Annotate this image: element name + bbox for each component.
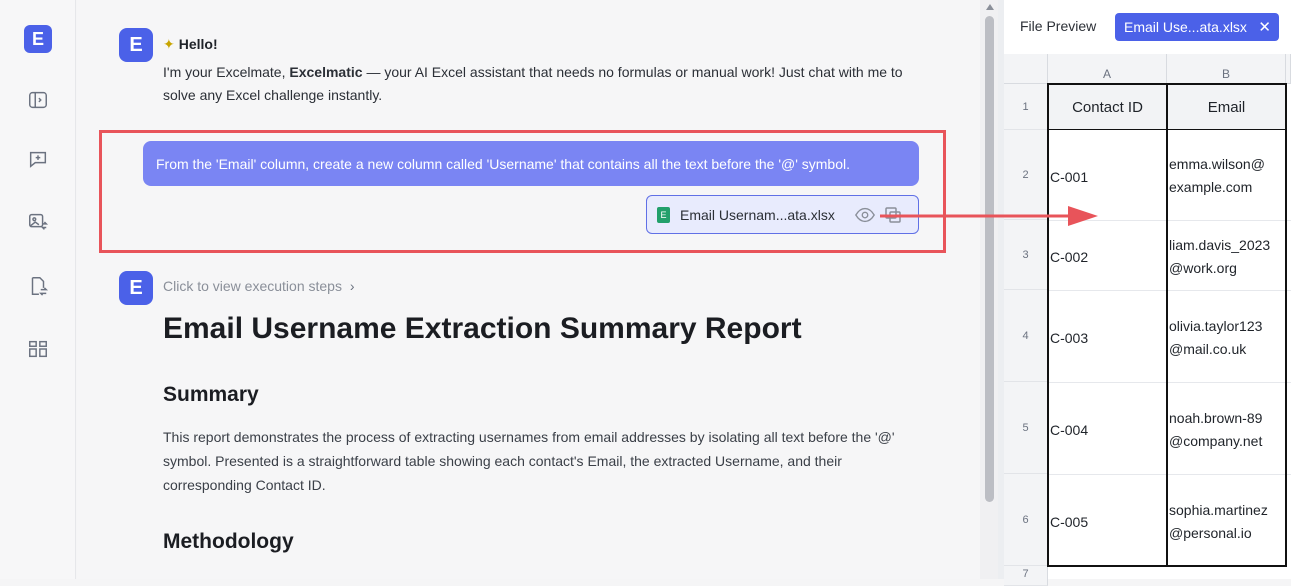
report-title: Email Username Extraction Summary Report: [163, 312, 802, 345]
column-header-b[interactable]: B: [1167, 54, 1286, 84]
greeting-brand: Excelmatic: [289, 64, 363, 80]
cell-a5[interactable]: C-004: [1050, 419, 1088, 442]
cell-b4-line2[interactable]: @mail.co.uk: [1169, 338, 1246, 361]
left-rail: E: [0, 0, 76, 579]
greeting-title-text: Hello!: [178, 36, 218, 52]
row-header[interactable]: 4: [1004, 290, 1048, 382]
app-logo[interactable]: E: [24, 25, 52, 53]
row-header[interactable]: 6: [1004, 474, 1048, 566]
chevron-right-icon: ›: [349, 278, 355, 294]
spreadsheet-grid: A B 1 2 3 4 5 6 7 Contact ID Email C-001…: [1004, 54, 1291, 586]
new-chat-icon[interactable]: [27, 148, 49, 170]
cell-b2-line1[interactable]: emma.wilson@: [1169, 153, 1265, 176]
cell-b6-line1[interactable]: sophia.martinez: [1169, 499, 1268, 522]
row-divider: [1048, 382, 1291, 383]
attachment-name: Email Usernam...ata.xlsx: [680, 206, 835, 223]
assistant-avatar: E: [119, 28, 153, 62]
annotation-arrow-icon: [880, 206, 1098, 226]
preview-tab-bar: File Preview Email Use...ata.xlsx ✕: [1004, 0, 1291, 54]
cell-a2[interactable]: C-001: [1050, 166, 1088, 189]
cell-b3-line1[interactable]: liam.davis_2023: [1169, 234, 1270, 257]
cell-b5-line2[interactable]: @company.net: [1169, 430, 1262, 453]
header-border: [1047, 129, 1287, 130]
greeting-title: ✦ Hello!: [163, 36, 218, 53]
cell-a4[interactable]: C-003: [1050, 327, 1088, 350]
summary-heading: Summary: [163, 383, 259, 406]
greeting-message: I'm your Excelmate, Excelmatic — your AI…: [163, 61, 923, 107]
cell-b5-line1[interactable]: noah.brown-89: [1169, 407, 1262, 430]
execution-steps-link[interactable]: Click to view execution steps ›: [163, 278, 355, 294]
row-header[interactable]: 5: [1004, 382, 1048, 474]
table-border-bottom: [1047, 565, 1287, 567]
cell-b6-line2[interactable]: @personal.io: [1169, 522, 1252, 545]
table-border-middle: [1166, 84, 1168, 567]
sidebar-toggle-icon[interactable]: [27, 89, 49, 111]
methodology-heading: Methodology: [163, 530, 294, 553]
row-header[interactable]: 3: [1004, 220, 1048, 290]
chat-panel: E ✦ Hello! I'm your Excelmate, Excelmatic…: [77, 0, 980, 579]
scroll-thumb[interactable]: [985, 16, 994, 502]
user-message-bubble: From the 'Email' column, create a new co…: [143, 141, 919, 186]
tab-active-file[interactable]: Email Use...ata.xlsx ✕: [1115, 13, 1279, 41]
execution-steps-label: Click to view execution steps: [163, 278, 342, 294]
cell-a3[interactable]: C-002: [1050, 246, 1088, 269]
greeting-pre: I'm your Excelmate,: [163, 64, 290, 80]
layout-icon[interactable]: [27, 338, 49, 360]
table-border-left: [1047, 84, 1049, 567]
cell-b3-line2[interactable]: @work.org: [1169, 257, 1237, 280]
file-preview-panel: File Preview Email Use...ata.xlsx ✕ A B …: [1004, 0, 1291, 586]
grid-corner[interactable]: [1004, 54, 1048, 84]
attachment-chip[interactable]: E Email Usernam...ata.xlsx: [646, 195, 919, 234]
column-header-a[interactable]: A: [1048, 54, 1167, 84]
cell-b1[interactable]: Email: [1167, 84, 1286, 130]
cell-b2-line2[interactable]: example.com: [1169, 176, 1252, 199]
row-divider: [1048, 290, 1291, 291]
assistant-avatar: E: [119, 271, 153, 305]
cell-a1[interactable]: Contact ID: [1048, 84, 1167, 130]
summary-paragraph: This report demonstrates the process of …: [163, 429, 895, 493]
close-icon[interactable]: ✕: [1258, 18, 1271, 36]
image-convert-icon[interactable]: [27, 211, 49, 233]
row-header[interactable]: 7: [1004, 566, 1048, 586]
preview-eye-icon[interactable]: [854, 206, 876, 224]
excel-file-icon: E: [657, 206, 670, 223]
cell-a6[interactable]: C-005: [1050, 511, 1088, 534]
scroll-up-arrow-icon[interactable]: [986, 4, 994, 10]
sparkle-icon: ✦: [163, 36, 175, 52]
file-convert-icon[interactable]: [27, 275, 49, 297]
column-header-c[interactable]: [1286, 54, 1291, 84]
table-border-right: [1285, 84, 1287, 567]
tab-file-preview[interactable]: File Preview: [1020, 18, 1096, 34]
cell-b4-line1[interactable]: olivia.taylor123: [1169, 315, 1262, 338]
active-file-name: Email Use...ata.xlsx: [1124, 19, 1247, 35]
row-divider: [1048, 474, 1291, 475]
row-header[interactable]: 1: [1004, 84, 1048, 130]
table-border-top: [1047, 83, 1287, 85]
